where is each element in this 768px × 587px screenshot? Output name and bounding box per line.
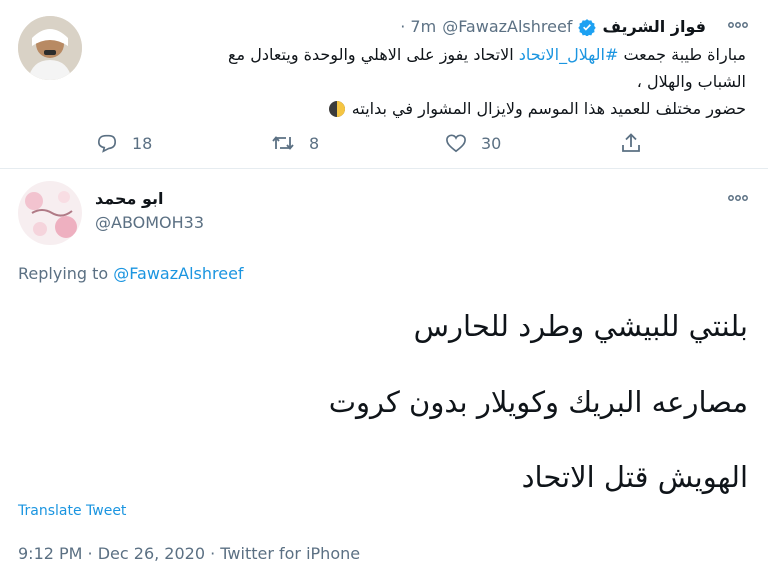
tweet-text: الشباب والهلال ،	[636, 72, 746, 91]
retweet-button[interactable]: 8	[271, 133, 319, 153]
tweet-text: حضور مختلف للعميد هذا الموسم ولايزال الم…	[351, 99, 746, 118]
tweet-body-line-3: حضور مختلف للعميد هذا الموسم ولايزال الم…	[328, 99, 746, 118]
reply-text-line-1: بلنتي للبيشي وطرد للحارس	[413, 309, 748, 343]
reply-count: 18	[132, 133, 153, 153]
like-count: 30	[481, 133, 502, 153]
reply-author-name[interactable]: ابو محمد	[95, 189, 164, 208]
like-button[interactable]: 30	[445, 133, 501, 153]
more-options-icon[interactable]	[727, 20, 749, 30]
translate-tweet-link[interactable]: Translate Tweet	[18, 503, 126, 519]
replying-to: Replying to @FawazAlshreef	[18, 264, 244, 283]
tweet-body-line-1: مباراة طيبة جمعت #الهلال_الاتحاد الاتحاد…	[228, 45, 746, 64]
tweet-author-name[interactable]: فواز الشريف	[602, 17, 706, 36]
reply-more-options-icon[interactable]	[727, 193, 749, 203]
hashtag-link[interactable]: #الهلال_الاتحاد	[519, 45, 619, 64]
tweet-time[interactable]: · 7m	[400, 17, 436, 36]
tweet-body-line-2: الشباب والهلال ،	[637, 72, 746, 91]
retweet-icon	[271, 133, 295, 153]
moon-emoji-icon	[328, 100, 346, 118]
retweet-count: 8	[309, 133, 320, 153]
reply-author-handle[interactable]: @ABOMOH33	[95, 213, 204, 232]
avatar-reply[interactable]	[18, 181, 82, 245]
share-icon	[620, 132, 642, 154]
reply-text-line-3: الهويش قتل الاتحاد	[521, 460, 748, 494]
divider	[0, 168, 768, 169]
avatar-original[interactable]	[18, 16, 82, 80]
tweet-text: الاتحاد يفوز على الاهلي والوحدة ويتعادل …	[228, 45, 519, 64]
verified-badge-icon	[578, 18, 597, 36]
tweet-timestamp[interactable]: 9:12 PM · Dec 26, 2020 · Twitter for iPh…	[18, 544, 360, 563]
reply-icon	[96, 133, 118, 153]
replying-to-handle[interactable]: @FawazAlshreef	[113, 264, 243, 283]
tweet-header: · 7m @FawazAlshreef فواز الشريف	[400, 17, 706, 36]
reply-text-line-2: مصارعه البريك وكويلار بدون كروت	[328, 385, 748, 419]
tweet-handle[interactable]: @FawazAlshreef	[442, 17, 572, 36]
tweet-text: مباراة طيبة جمعت	[618, 45, 746, 64]
reply-button[interactable]: 18	[96, 133, 152, 153]
replying-to-label: Replying to	[18, 264, 109, 283]
heart-icon	[445, 133, 467, 153]
share-button[interactable]	[620, 132, 642, 154]
